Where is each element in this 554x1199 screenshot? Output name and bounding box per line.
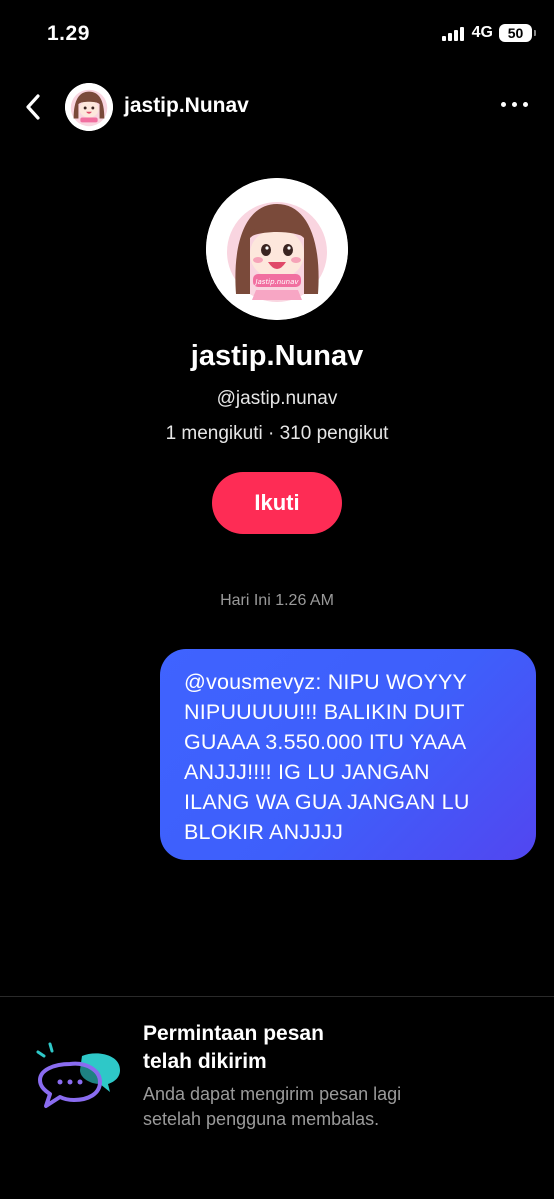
divider xyxy=(0,996,554,997)
status-bar: 1.29 4G 50 xyxy=(0,0,554,70)
message-line: ANJJJ!!!! IG LU JANGAN xyxy=(184,760,430,784)
avatar-illustration: Jastip.nunav xyxy=(206,178,348,320)
profile-handle: @jastip.nunav xyxy=(216,388,338,409)
avatar-illustration xyxy=(65,83,113,131)
profile-display-name: jastip.Nunav xyxy=(190,340,364,372)
message-line: NIPUUUUU!!! BALIKIN DUIT xyxy=(184,700,465,724)
notice-description: Anda dapat mengirim pesan lagi setelah p… xyxy=(143,1084,402,1129)
notice-title: Permintaan pesan telah dikirim xyxy=(143,1022,324,1073)
message-line: ILANG WA GUA JANGAN LU xyxy=(184,790,470,814)
status-indicators: 4G 50 xyxy=(441,24,536,42)
follow-button[interactable]: Ikuti xyxy=(212,472,342,534)
message-timestamp: Hari Ini 1.26 AM xyxy=(220,592,334,609)
signal-icon xyxy=(441,26,464,41)
network-type: 4G xyxy=(471,24,493,41)
header-username[interactable]: jastip.Nunav xyxy=(124,94,249,118)
message-line: BLOKIR ANJJJJ xyxy=(184,820,344,844)
status-time: 1.29 xyxy=(47,22,90,45)
ellipsis-icon xyxy=(501,102,506,107)
battery-icon: 50 xyxy=(499,24,536,42)
profile-avatar[interactable]: Jastip.nunav xyxy=(206,178,348,320)
more-options-button[interactable] xyxy=(501,102,528,107)
back-button[interactable] xyxy=(18,90,48,124)
profile-follow-stats: 1 mengikuti · 310 pengikut xyxy=(165,423,389,444)
sent-message-bubble[interactable]: @vousmevyz: NIPU WOYYY NIPUUUUU!!! BALIK… xyxy=(160,649,536,860)
chat-header: jastip.Nunav xyxy=(0,80,554,134)
chat-bubbles-icon xyxy=(34,1042,124,1110)
chevron-left-icon xyxy=(26,94,40,120)
message-line: @vousmevyz: NIPU WOYYY xyxy=(184,670,468,694)
avatar-caption: Jastip.nunav xyxy=(253,278,299,286)
header-avatar[interactable] xyxy=(65,83,113,131)
battery-level: 50 xyxy=(507,25,524,41)
message-line: GUAAA 3.550.000 ITU YAAA xyxy=(184,730,467,754)
message-text: @vousmevyz: NIPU WOYYY NIPUUUUU!!! BALIK… xyxy=(184,667,516,847)
